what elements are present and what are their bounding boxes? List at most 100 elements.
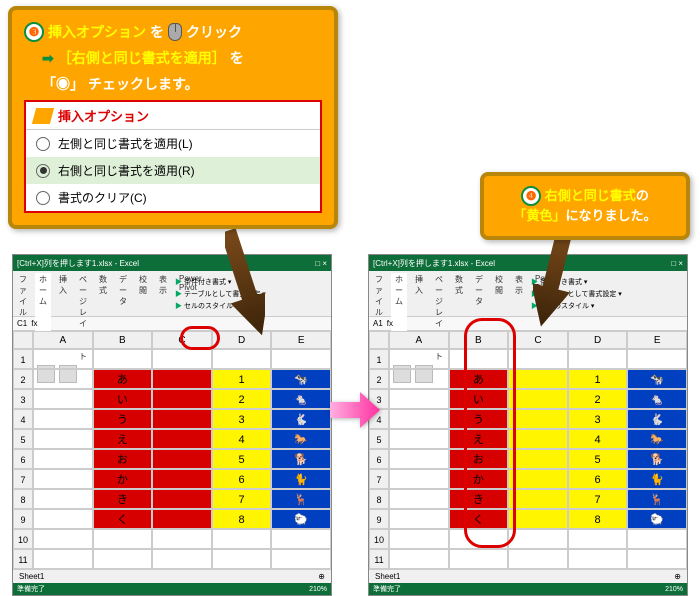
cell[interactable]: 3 — [568, 409, 628, 429]
cell[interactable] — [508, 449, 568, 469]
cell[interactable]: 🐑 — [627, 509, 687, 529]
cell[interactable] — [389, 529, 449, 549]
row-header[interactable]: 10 — [369, 529, 389, 549]
cell[interactable] — [389, 389, 449, 409]
cell[interactable] — [389, 549, 449, 569]
cell[interactable]: 🐕 — [627, 449, 687, 469]
cell[interactable]: 🐄 — [627, 369, 687, 389]
cell[interactable] — [93, 529, 153, 549]
cell[interactable] — [33, 549, 93, 569]
cell[interactable]: く — [449, 509, 509, 529]
zoom-level[interactable]: 210% — [665, 586, 683, 593]
cell[interactable] — [627, 349, 687, 369]
cell[interactable]: 🐄 — [271, 369, 331, 389]
cell[interactable] — [449, 549, 509, 569]
select-all[interactable] — [13, 331, 33, 349]
cell[interactable]: 🦌 — [627, 489, 687, 509]
row-header[interactable]: 8 — [369, 489, 389, 509]
cell[interactable]: 1 — [568, 369, 628, 389]
cell[interactable]: 6 — [568, 469, 628, 489]
cell[interactable] — [93, 549, 153, 569]
cell[interactable] — [389, 469, 449, 489]
cell[interactable]: か — [449, 469, 509, 489]
cell[interactable] — [449, 529, 509, 549]
row-header[interactable]: 11 — [13, 549, 33, 569]
cell[interactable] — [508, 529, 568, 549]
cell[interactable] — [212, 529, 272, 549]
row-header[interactable]: 5 — [13, 429, 33, 449]
cell[interactable] — [389, 429, 449, 449]
cell[interactable] — [33, 489, 93, 509]
cell[interactable] — [389, 349, 449, 369]
row-header[interactable]: 6 — [13, 449, 33, 469]
cell[interactable]: 🐁 — [271, 389, 331, 409]
cell[interactable] — [508, 409, 568, 429]
row-header[interactable]: 8 — [13, 489, 33, 509]
cell[interactable]: お — [449, 449, 509, 469]
cell[interactable]: い — [449, 389, 509, 409]
cell[interactable]: か — [93, 469, 153, 489]
cell[interactable] — [271, 349, 331, 369]
cell[interactable] — [508, 349, 568, 369]
cell[interactable]: き — [449, 489, 509, 509]
cell[interactable] — [508, 549, 568, 569]
cell[interactable]: 8 — [212, 509, 272, 529]
cell[interactable] — [568, 349, 628, 369]
cell[interactable] — [33, 469, 93, 489]
row-header[interactable]: 9 — [369, 509, 389, 529]
row-header[interactable]: 2 — [13, 369, 33, 389]
cell[interactable] — [33, 409, 93, 429]
cell[interactable]: 🐁 — [627, 389, 687, 409]
cell[interactable] — [389, 509, 449, 529]
col-header[interactable]: E — [271, 331, 331, 349]
cell[interactable] — [389, 409, 449, 429]
col-header[interactable]: B — [449, 331, 509, 349]
window-controls[interactable]: □ × — [315, 259, 327, 268]
cell[interactable] — [152, 469, 212, 489]
row-header[interactable]: 1 — [13, 349, 33, 369]
cell[interactable] — [389, 449, 449, 469]
cell[interactable]: う — [449, 409, 509, 429]
cell[interactable] — [33, 369, 93, 389]
cell[interactable] — [508, 389, 568, 409]
row-header[interactable]: 3 — [13, 389, 33, 409]
opt-format-right[interactable]: 右側と同じ書式を適用(R) — [26, 157, 320, 184]
cell[interactable]: い — [93, 389, 153, 409]
cell[interactable]: 🐈 — [271, 469, 331, 489]
sheet-add[interactable]: ⊕ — [674, 572, 681, 581]
cell[interactable]: 4 — [212, 429, 272, 449]
cell[interactable] — [212, 549, 272, 569]
cell[interactable] — [271, 529, 331, 549]
cell[interactable] — [568, 529, 628, 549]
col-header[interactable]: B — [93, 331, 153, 349]
cell[interactable]: え — [93, 429, 153, 449]
cell[interactable]: 5 — [568, 449, 628, 469]
cell[interactable] — [152, 449, 212, 469]
cell[interactable] — [568, 549, 628, 569]
cell[interactable]: お — [93, 449, 153, 469]
cell[interactable] — [508, 509, 568, 529]
cell[interactable] — [508, 369, 568, 389]
cell[interactable]: あ — [93, 369, 153, 389]
cell[interactable] — [93, 349, 153, 369]
name-box[interactable]: A1 — [373, 319, 383, 328]
cell[interactable]: え — [449, 429, 509, 449]
opt-clear-format[interactable]: 書式のクリア(C) — [26, 184, 320, 211]
cell[interactable]: 4 — [568, 429, 628, 449]
cell[interactable]: 2 — [212, 389, 272, 409]
row-header[interactable]: 1 — [369, 349, 389, 369]
cell[interactable]: う — [93, 409, 153, 429]
cell[interactable]: 7 — [212, 489, 272, 509]
cell[interactable]: 7 — [568, 489, 628, 509]
cell[interactable] — [33, 429, 93, 449]
cell[interactable] — [212, 349, 272, 369]
cell[interactable]: 8 — [568, 509, 628, 529]
cell[interactable] — [389, 369, 449, 389]
cell[interactable]: 🐇 — [271, 409, 331, 429]
row-header[interactable]: 7 — [369, 469, 389, 489]
col-header[interactable]: E — [627, 331, 687, 349]
cell[interactable]: 🐇 — [627, 409, 687, 429]
cell[interactable] — [152, 509, 212, 529]
cell[interactable] — [508, 469, 568, 489]
cell[interactable]: 🐑 — [271, 509, 331, 529]
